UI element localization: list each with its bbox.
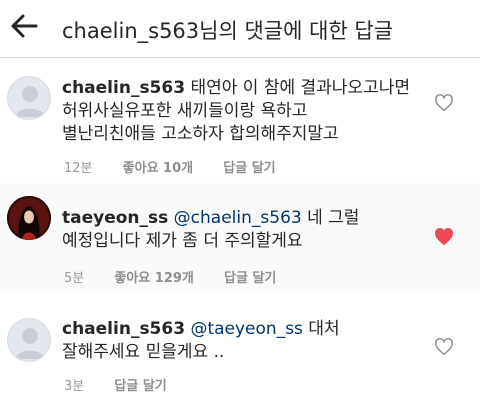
page-title: chaelin_s563님의 댓글에 대한 답글: [62, 19, 394, 43]
comment-time: 12분: [64, 161, 93, 176]
comment-item: chaelin_s563 태연아 이 참에 결과나오고나면 허위사실유포한 새끼…: [0, 59, 480, 179]
comment-time: 3분: [64, 379, 85, 394]
comment-item: taeyeon_ss @chaelin_s563 네 그럴 예정입니다 제가 좀…: [0, 183, 480, 292]
avatar[interactable]: [7, 76, 51, 120]
comment-line: 허위사실유포한 새끼들이랑 욕하고: [62, 101, 308, 121]
mention-link[interactable]: @chaelin_s563: [174, 208, 302, 228]
comment-item: chaelin_s563 @taeyeon_ss 대처 잘해주세요 믿을게요 .…: [0, 298, 480, 416]
like-count[interactable]: 좋아요 129개: [114, 271, 194, 286]
heart-outline-icon[interactable]: [434, 94, 454, 112]
comment-time: 5분: [64, 271, 85, 286]
comment-username[interactable]: chaelin_s563: [62, 78, 185, 98]
comment-line: 태연아 이 참에 결과나오고나면: [190, 78, 410, 98]
profile-photo: [7, 196, 51, 240]
comment-line: 잘해주세요 믿을게요 ..: [62, 342, 225, 362]
comment-meta: 12분 좋아요 10개 답글 달기: [64, 157, 302, 176]
comment-line: 별난리친애들 고소하자 합의해주지말고: [62, 124, 339, 144]
default-avatar-icon: [15, 86, 45, 117]
back-arrow-icon[interactable]: [8, 10, 40, 42]
comment-username[interactable]: taeyeon_ss: [62, 208, 168, 228]
comment-line: 대처: [308, 319, 340, 339]
heart-outline-icon[interactable]: [434, 338, 454, 356]
comment-text: chaelin_s563 @taeyeon_ss 대처 잘해주세요 믿을게요 .…: [62, 318, 434, 364]
comment-line: 네 그럴: [307, 208, 360, 228]
comment-username[interactable]: chaelin_s563: [62, 319, 185, 339]
comment-meta: 5분 좋아요 129개 답글 달기: [64, 267, 302, 286]
like-count[interactable]: 좋아요 10개: [123, 161, 193, 176]
comment-text: chaelin_s563 태연아 이 참에 결과나오고나면 허위사실유포한 새끼…: [62, 77, 434, 146]
default-avatar-icon: [15, 328, 45, 359]
reply-button[interactable]: 답글 달기: [223, 161, 275, 176]
comment-meta: 3분 답글 달기: [64, 375, 193, 394]
reply-button[interactable]: 답글 달기: [224, 271, 276, 286]
comment-text: taeyeon_ss @chaelin_s563 네 그럴 예정입니다 제가 좀…: [62, 207, 434, 253]
mention-link[interactable]: @taeyeon_ss: [190, 319, 302, 339]
heart-filled-icon[interactable]: [434, 228, 454, 246]
reply-button[interactable]: 답글 달기: [114, 379, 166, 394]
avatar[interactable]: [7, 318, 51, 362]
comment-line: 예정입니다 제가 좀 더 주의할게요: [62, 231, 303, 251]
top-bar: chaelin_s563님의 댓글에 대한 답글: [0, 0, 480, 58]
avatar[interactable]: [7, 196, 51, 240]
